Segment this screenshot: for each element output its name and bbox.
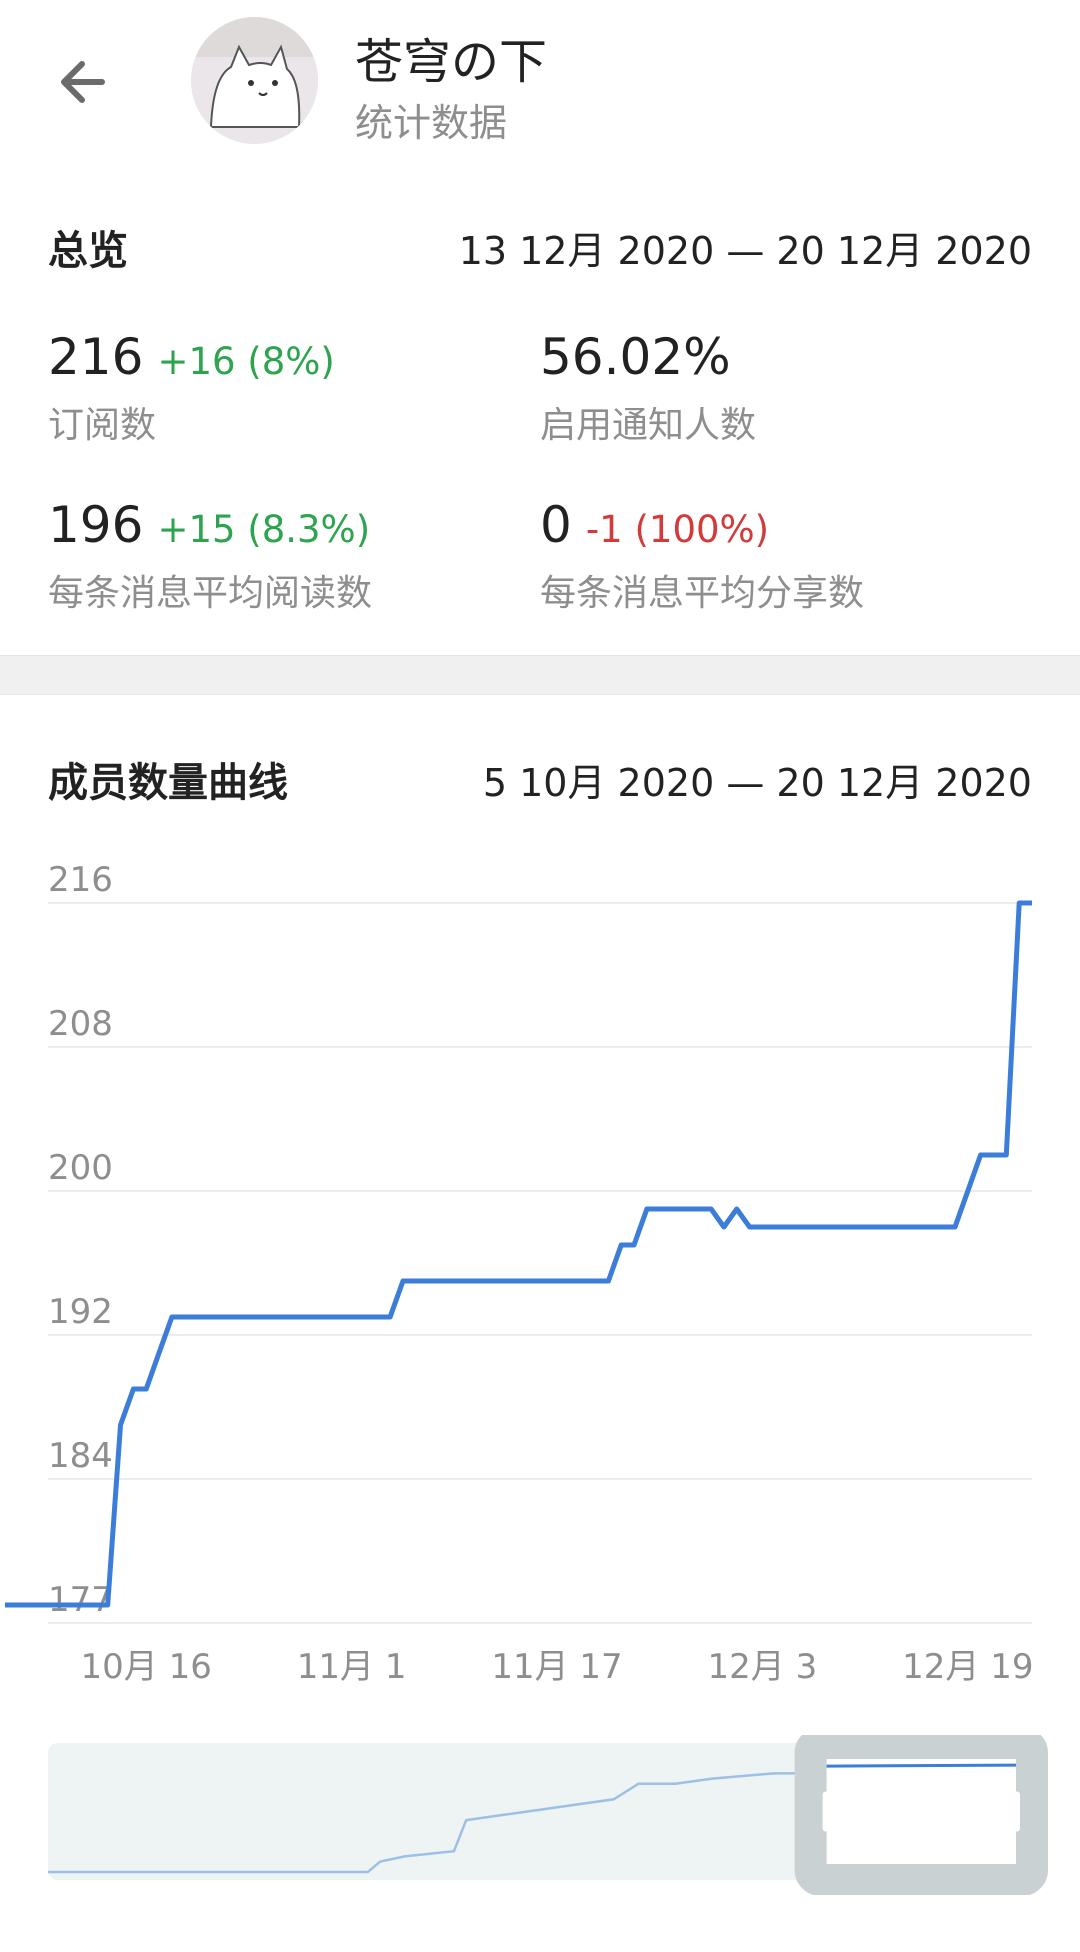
y-tick-label: 184 [48,1436,113,1476]
y-tick-label: 177 [48,1580,113,1620]
y-tick-label: 200 [48,1148,113,1188]
y-tick-label: 192 [48,1292,113,1332]
arrow-left-icon [61,61,105,103]
stat-delta: +15 (8.3%) [157,508,371,551]
stat-label: 每条消息平均阅读数 [48,573,373,614]
stat-subscribers: 216 +16 (8%) [48,328,335,386]
navigator-selection[interactable] [794,1735,1048,1895]
section-divider [0,655,1080,695]
stat-value: 216 [48,328,144,386]
cat-avatar-icon [191,17,318,144]
series-line [5,900,1032,1608]
chart-range-navigator[interactable] [0,1735,1080,1895]
stat-delta: +16 (8%) [157,340,335,383]
navigator-left-handle[interactable] [822,1791,831,1832]
members-line-chart[interactable]: 177 184 192 200 208 216 10月 16 11月 1 11月 17 12月 3… [0,840,1080,1720]
x-tick-label: 12月 19 [902,1647,1033,1687]
stat-delta: -1 (100%) [585,508,770,551]
stat-avg-shares: 0 -1 (100%) [540,496,769,554]
x-tick-label: 10月 16 [81,1647,212,1687]
stat-value: 0 [540,496,572,554]
y-tick-label: 216 [48,860,113,900]
overview-date-range: 13 12月 2020 — 20 12月 2020 [458,229,1032,273]
back-button[interactable] [52,50,116,114]
navigator-right-handle[interactable] [1012,1791,1020,1832]
y-tick-label: 208 [48,1004,113,1044]
stat-label: 每条消息平均分享数 [540,573,865,614]
x-tick-label: 12月 3 [708,1647,818,1687]
stat-avg-reads: 196 +15 (8.3%) [48,496,370,554]
members-date-range: 5 10月 2020 — 20 12月 2020 [482,761,1032,805]
avatar[interactable] [191,17,318,144]
stat-notifications: 56.02% [540,328,731,386]
page-subtitle: 统计数据 [355,101,508,145]
members-chart-title: 成员数量曲线 [48,760,288,806]
x-tick-label: 11月 17 [491,1647,622,1687]
stat-label: 启用通知人数 [540,405,757,446]
app-header: 苍穹の下 统计数据 [0,0,1080,190]
overview-title: 总览 [48,228,128,274]
navigator-selected-line [826,1763,1017,1768]
channel-title: 苍穹の下 [355,34,548,90]
stat-value: 196 [48,496,144,554]
x-tick-label: 11月 1 [297,1647,407,1687]
stat-value: 56.02% [540,328,731,386]
stat-label: 订阅数 [48,405,157,446]
